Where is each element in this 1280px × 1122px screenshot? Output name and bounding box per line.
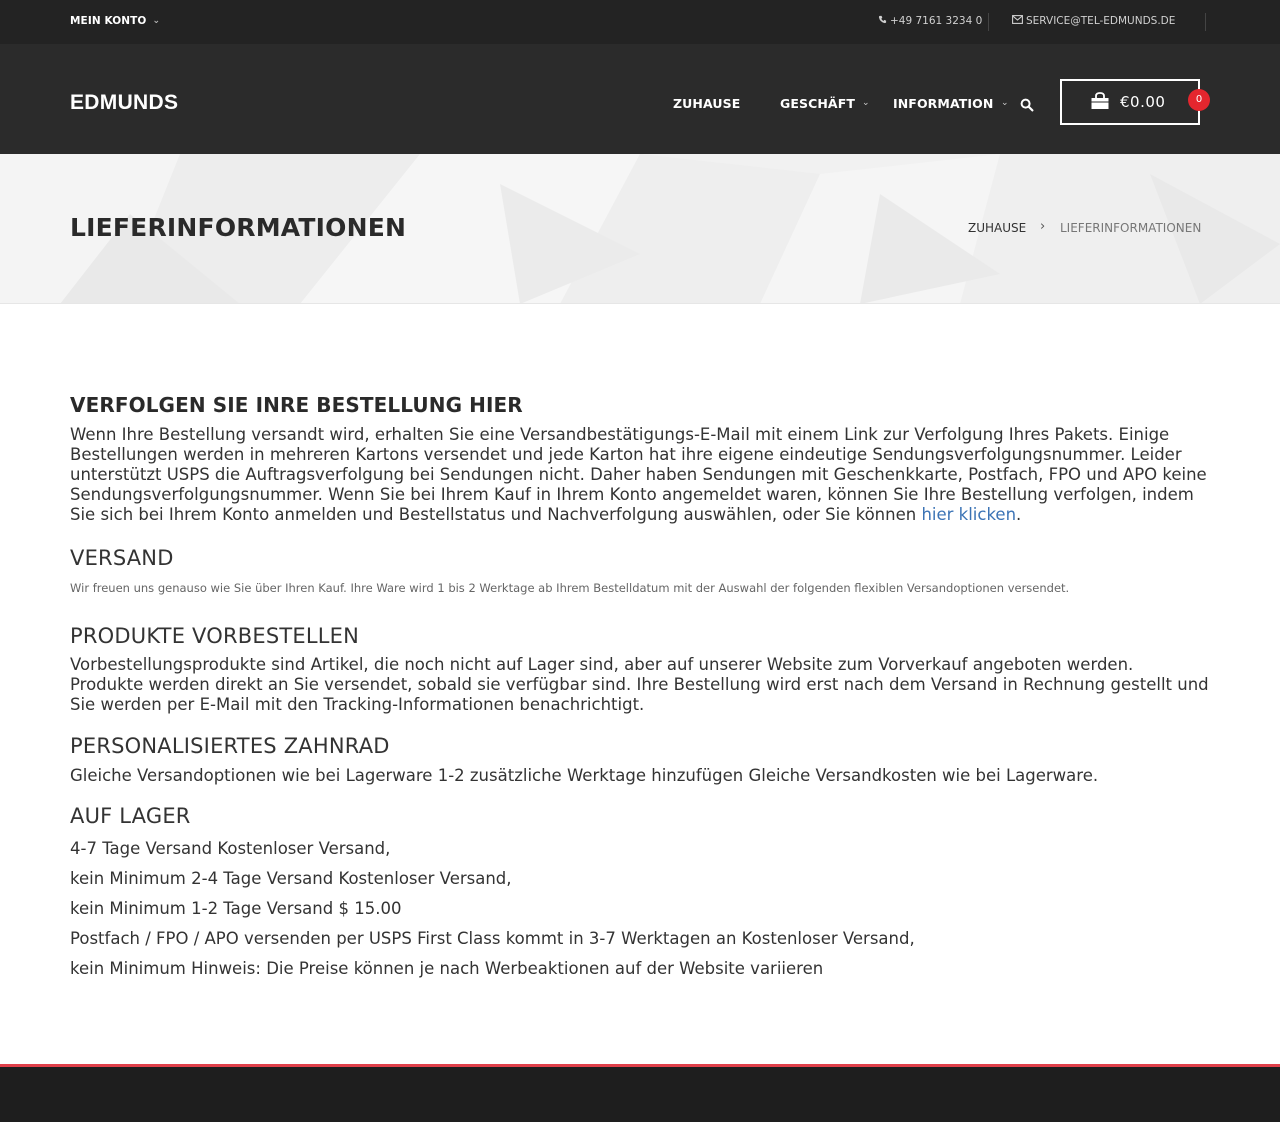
email-address: SERVICE@TEL-EDMUNDS.DE: [1026, 15, 1176, 27]
preorder-text: Vorbestellungsprodukte sind Artikel, die…: [70, 655, 1209, 714]
custom-gear-heading: PERSONALISIERTES ZAHNRAD: [70, 734, 390, 758]
preorder-heading: PRODUKTE VORBESTELLEN: [70, 624, 360, 648]
track-order-end: .: [1016, 505, 1022, 524]
nav-item-home[interactable]: ZUHAUSE: [673, 96, 740, 111]
footer: [0, 1067, 1280, 1122]
track-order-heading: VERFOLGEN SIE INRE BESTELLUNG HIER: [70, 393, 523, 417]
cart-count-badge: 0: [1188, 89, 1210, 111]
shopping-bag-icon: [1090, 92, 1110, 110]
in-stock-line: kein Minimum Hinweis: Die Preise können …: [70, 959, 824, 978]
breadcrumb-separator: ›: [1040, 219, 1046, 234]
page-title: LIEFERINFORMATIONEN: [70, 213, 407, 242]
cart-total: €0.00: [1120, 93, 1166, 111]
track-order-body: Wenn Ihre Bestellung versandt wird, erha…: [70, 425, 1207, 524]
shipping-text: Wir freuen uns genauso wie Sie über Ihre…: [70, 581, 1070, 595]
main-header: EDMUNDS ZUHAUSE GESCHÄFT ⌄ INFORMATION ⌄…: [0, 44, 1280, 154]
my-account-label: MEIN KONTO: [70, 15, 147, 27]
breadcrumb-home-link[interactable]: ZUHAUSE: [968, 221, 1026, 235]
page-title-banner: LIEFERINFORMATIONEN ZUHAUSE › LIEFERINFO…: [0, 154, 1280, 304]
nav-item-shop[interactable]: GESCHÄFT: [780, 96, 855, 111]
in-stock-heading: AUF LAGER: [70, 804, 191, 828]
main-content: VERFOLGEN SIE INRE BESTELLUNG HIER Wenn …: [70, 393, 1210, 984]
divider: [988, 13, 989, 31]
in-stock-list: 4-7 Tage Versand Kostenloser Versand, ke…: [70, 834, 1210, 984]
site-logo[interactable]: EDMUNDS: [70, 91, 178, 115]
track-order-link[interactable]: hier klicken: [921, 505, 1016, 524]
phone-icon: [878, 15, 887, 27]
nav-item-information[interactable]: INFORMATION: [893, 96, 993, 111]
in-stock-line: 4-7 Tage Versand Kostenloser Versand,: [70, 839, 391, 858]
divider: [1205, 13, 1206, 31]
custom-gear-text: Gleiche Versandoptionen wie bei Lagerwar…: [70, 766, 1099, 785]
my-account-dropdown[interactable]: MEIN KONTO ⌄: [70, 15, 160, 27]
shipping-heading: VERSAND: [70, 546, 174, 570]
chevron-down-icon: ⌄: [862, 98, 870, 108]
in-stock-line: kein Minimum 2-4 Tage Versand Kostenlose…: [70, 869, 512, 888]
chevron-down-icon: ⌄: [152, 16, 161, 26]
envelope-icon: [1012, 15, 1023, 27]
phone-contact[interactable]: +49 7161 3234 0: [878, 15, 982, 27]
in-stock-line: kein Minimum 1-2 Tage Versand $ 15.00: [70, 899, 402, 918]
phone-number: +49 7161 3234 0: [890, 15, 983, 27]
cart-button[interactable]: €0.00: [1060, 79, 1200, 125]
in-stock-line: Postfach / FPO / APO versenden per USPS …: [70, 929, 915, 948]
breadcrumb-current: LIEFERINFORMATIONEN: [1060, 221, 1202, 235]
chevron-down-icon: ⌄: [1001, 98, 1009, 108]
top-bar: MEIN KONTO ⌄ +49 7161 3234 0 SERVICE@TEL-…: [0, 0, 1280, 44]
email-contact[interactable]: SERVICE@TEL-EDMUNDS.DE: [1012, 15, 1175, 27]
search-icon[interactable]: [1020, 97, 1034, 112]
track-order-text: Wenn Ihre Bestellung versandt wird, erha…: [70, 425, 1210, 525]
